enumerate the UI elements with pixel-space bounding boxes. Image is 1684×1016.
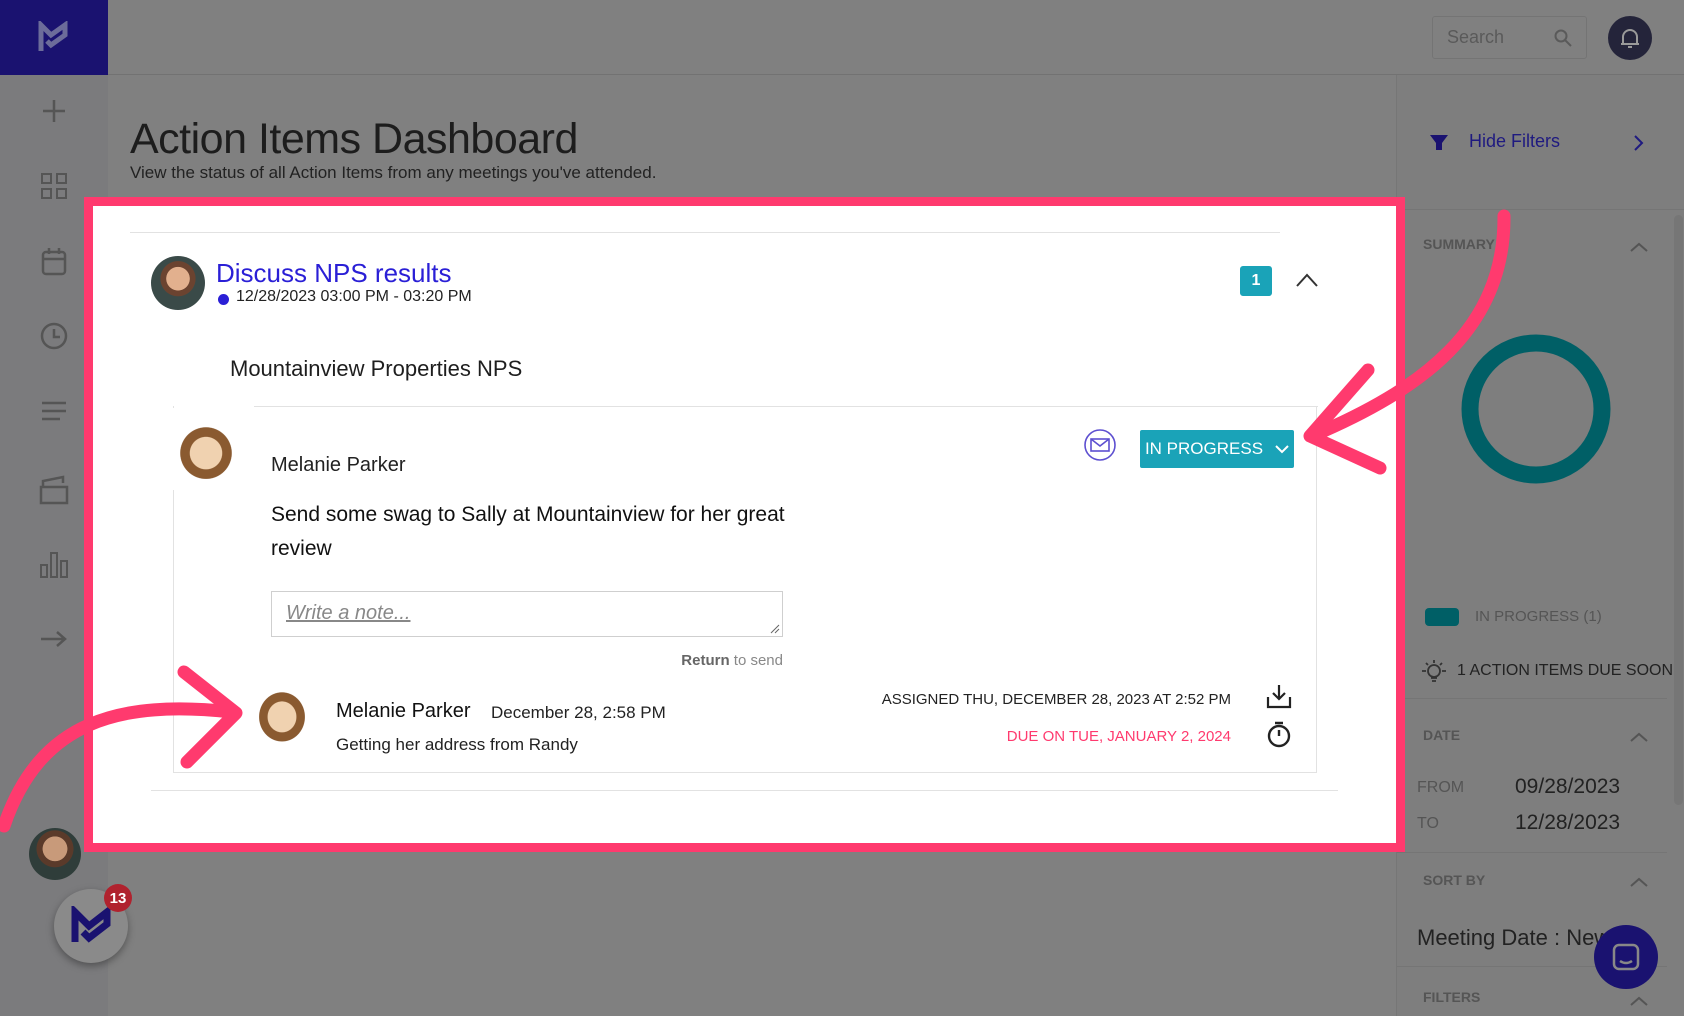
chat-icon [1612, 943, 1640, 971]
collapse-chevron-icon[interactable] [1295, 270, 1319, 290]
send-hint-text: to send [729, 652, 783, 669]
owner-name: Melanie Parker [271, 454, 406, 476]
filter-icon [1430, 135, 1448, 150]
summary-donut-chart [1461, 334, 1611, 484]
calendar-icon[interactable] [34, 241, 74, 281]
dashboard-icon[interactable] [34, 166, 74, 206]
filters-panel: Hide Filters SUMMARY IN PROGRESS (1) 1 A… [1396, 75, 1684, 1016]
timer-icon [1267, 721, 1291, 748]
logo-icon [71, 906, 111, 943]
from-label: FROM [1417, 779, 1465, 796]
summary-heading: SUMMARY [1423, 236, 1495, 252]
donut-segment-in-progress [1461, 334, 1611, 484]
chart-icon[interactable] [34, 544, 74, 584]
action-count-badge: 1 [1240, 266, 1272, 296]
email-reminder-icon[interactable] [1083, 428, 1117, 462]
search-icon [1554, 29, 1572, 47]
comment-date: December 28, 2:58 PM [491, 703, 666, 722]
chat-button[interactable] [1594, 925, 1658, 989]
page-title: Action Items Dashboard [130, 115, 578, 163]
folder-icon[interactable] [34, 470, 74, 510]
status-dropdown[interactable]: IN PROGRESS [1140, 430, 1294, 468]
search-placeholder: Search [1447, 27, 1505, 47]
commenter-avatar [242, 674, 322, 752]
logo-icon [38, 20, 68, 51]
chevron-up-icon[interactable] [1629, 237, 1649, 257]
search-input[interactable]: Search [1432, 16, 1587, 59]
note-input[interactable]: Write a note... [271, 591, 783, 637]
chevron-up-icon[interactable] [1629, 727, 1649, 747]
lightbulb-icon [1422, 660, 1446, 682]
arrow-right-icon[interactable] [34, 619, 74, 659]
due-date: DUE ON TUE, JANUARY 2, 2024 [1006, 728, 1231, 745]
date-heading: DATE [1423, 727, 1461, 743]
to-label: TO [1417, 815, 1439, 832]
user-avatar[interactable] [29, 828, 81, 880]
resize-handle-icon[interactable] [770, 624, 780, 634]
send-hint-key: Return [681, 652, 730, 669]
to-date[interactable]: 12/28/2023 [1515, 811, 1620, 835]
action-item-card: Discuss NPS results 12/28/2023 03:00 PM … [84, 197, 1405, 852]
meeting-datetime: 12/28/2023 03:00 PM - 03:20 PM [236, 288, 472, 305]
chevron-down-icon [1275, 445, 1289, 454]
send-hint: Return to send [583, 652, 783, 669]
status-label: IN PROGRESS [1144, 439, 1264, 458]
status-dot [218, 294, 229, 305]
action-item-text: Send some swag to Sally at Mountainview … [271, 503, 785, 560]
meeting-topic: Mountainview Properties NPS [230, 356, 523, 381]
assigned-date: ASSIGNED THU, DECEMBER 28, 2023 AT 2:52 … [881, 691, 1231, 708]
organizer-avatar [151, 256, 205, 310]
app-logo[interactable] [0, 0, 108, 75]
scrollbar[interactable] [1674, 215, 1683, 805]
notifications-button[interactable] [1608, 16, 1652, 60]
page-subtitle: View the status of all Action Items from… [130, 163, 657, 182]
meeting-title-link[interactable]: Discuss NPS results [216, 258, 452, 289]
legend-swatch [1425, 608, 1459, 626]
note-placeholder: Write a note... [286, 602, 411, 624]
comment-author: Melanie Parker [336, 700, 471, 722]
sort-by-heading: SORT BY [1423, 872, 1486, 888]
comment-text: Getting her address from Randy [336, 735, 578, 754]
chevron-right-icon[interactable] [1633, 134, 1645, 152]
list-icon[interactable] [34, 391, 74, 431]
chevron-up-icon[interactable] [1629, 991, 1649, 1011]
owner-avatar [161, 408, 251, 490]
bell-icon [1621, 29, 1639, 48]
clock-icon[interactable] [34, 316, 74, 356]
filters-heading: FILTERS [1423, 989, 1481, 1005]
due-soon-text: 1 ACTION ITEMS DUE SOON [1457, 662, 1674, 679]
chevron-up-icon[interactable] [1629, 872, 1649, 892]
add-icon[interactable] [34, 91, 74, 131]
legend-label: IN PROGRESS (1) [1475, 608, 1602, 625]
from-date[interactable]: 09/28/2023 [1515, 775, 1620, 799]
notification-badge: 13 [104, 884, 132, 912]
hide-filters-button[interactable]: Hide Filters [1469, 131, 1560, 152]
download-icon[interactable] [1266, 683, 1292, 709]
